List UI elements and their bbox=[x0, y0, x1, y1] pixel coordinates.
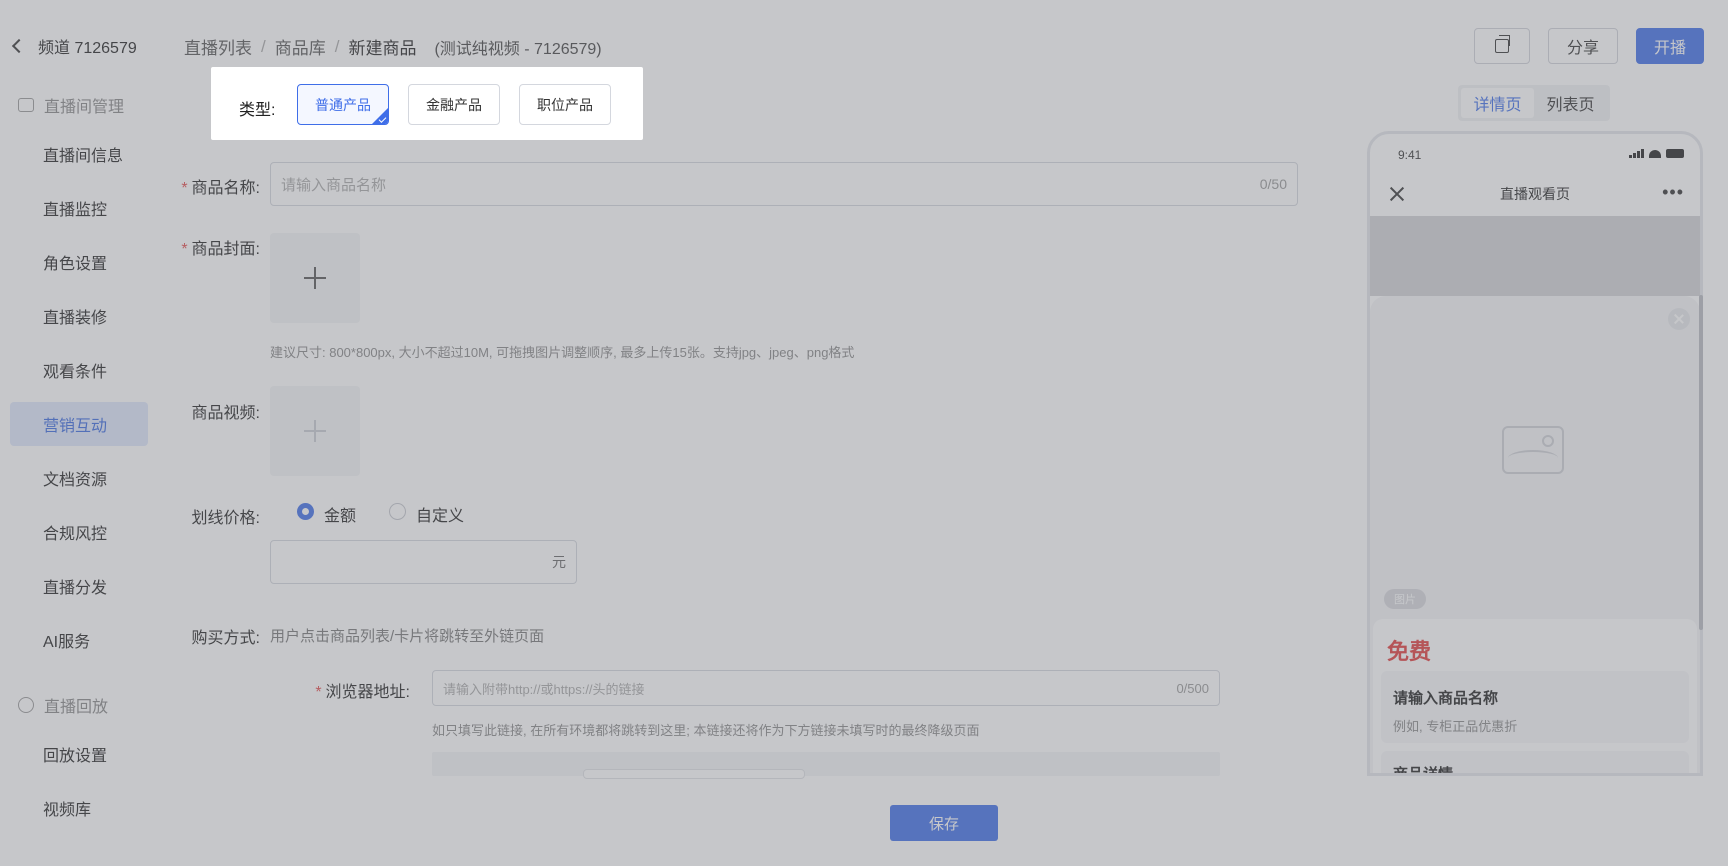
phone-preview: 9:41 直播观看页 ••• 图片 免费 请输入商品名称 例如, 专柜正品优惠折… bbox=[1367, 131, 1703, 776]
sidebar-item-replay-settings[interactable]: 回放设置 bbox=[10, 732, 148, 776]
radio-custom-label: 自定义 bbox=[416, 508, 465, 525]
plus-icon bbox=[304, 420, 326, 442]
preview-tabs: 详情页 列表页 bbox=[1458, 85, 1610, 121]
video-upload[interactable] bbox=[270, 386, 360, 476]
group-live-manage: 直播间管理 bbox=[0, 88, 158, 122]
breadcrumb-live-list[interactable]: 直播列表 bbox=[184, 34, 252, 59]
sidebar-item-marketing[interactable]: 营销互动 bbox=[10, 402, 148, 446]
price-label: 划线价格: bbox=[191, 510, 260, 527]
name-label: * 商品名称: bbox=[181, 180, 260, 197]
phone-video-area bbox=[1370, 216, 1700, 296]
name-card: 请输入商品名称 例如, 专柜正品优惠折 bbox=[1381, 671, 1689, 743]
type-button-general[interactable]: 普通产品 bbox=[297, 84, 389, 125]
copy-icon bbox=[1495, 35, 1510, 53]
sidebar-item-distribution[interactable]: 直播分发 bbox=[10, 564, 148, 608]
image-tag: 图片 bbox=[1384, 589, 1426, 609]
tab-list-page[interactable]: 列表页 bbox=[1534, 88, 1607, 118]
phone-nav-bar: 直播观看页 ••• bbox=[1370, 172, 1700, 216]
wifi-icon bbox=[1649, 150, 1661, 158]
type-label: 类型: bbox=[239, 102, 276, 119]
sidebar-item-roles[interactable]: 角色设置 bbox=[10, 240, 148, 284]
price-input[interactable]: 元 bbox=[270, 540, 577, 584]
battery-icon bbox=[1666, 149, 1684, 158]
name-counter: 0/50 bbox=[1259, 176, 1287, 192]
group-replay: 直播回放 bbox=[0, 688, 158, 722]
status-time: 9:41 bbox=[1398, 148, 1422, 162]
group-live-label: 直播间管理 bbox=[44, 99, 125, 116]
video-label: 商品视频: bbox=[191, 405, 260, 422]
start-live-button[interactable]: 开播 bbox=[1636, 28, 1704, 64]
type-selector-panel: 类型: 普通产品 金融产品 职位产品 bbox=[211, 67, 643, 140]
price-card: 免费 请输入商品名称 例如, 专柜正品优惠折 商品详情 bbox=[1373, 619, 1697, 776]
breadcrumb-separator: / bbox=[334, 36, 340, 56]
sidebar-item-monitor[interactable]: 直播监控 bbox=[10, 186, 148, 230]
type-button-finance-label: 金融产品 bbox=[426, 96, 482, 113]
price-unit: 元 bbox=[552, 554, 566, 570]
sidebar-item-room-info[interactable]: 直播间信息 bbox=[10, 132, 148, 176]
channel-back[interactable]: 频道 7126579 bbox=[0, 30, 158, 62]
detail-card: 商品详情 bbox=[1381, 751, 1689, 776]
url-placeholder: 请输入附带http://或https://头的链接 bbox=[443, 681, 645, 697]
signal-icon bbox=[1629, 149, 1644, 158]
tab-detail-page[interactable]: 详情页 bbox=[1461, 88, 1534, 118]
phone-nav-title: 直播观看页 bbox=[1500, 186, 1570, 202]
type-button-general-label: 普通产品 bbox=[315, 96, 371, 113]
env-links-input[interactable] bbox=[583, 769, 805, 779]
type-button-finance[interactable]: 金融产品 bbox=[408, 84, 500, 125]
phone-status-bar: 9:41 bbox=[1370, 134, 1700, 172]
sidebar-item-watch-conditions[interactable]: 观看条件 bbox=[10, 348, 148, 392]
breadcrumb-subtitle: (测试纯视频 - 7126579) bbox=[434, 40, 602, 58]
radio-amount[interactable] bbox=[297, 503, 314, 520]
product-sheet: 图片 免费 请输入商品名称 例如, 专柜正品优惠折 商品详情 bbox=[1370, 296, 1700, 776]
save-button[interactable]: 保存 bbox=[890, 805, 998, 841]
url-counter: 0/500 bbox=[1176, 680, 1209, 696]
url-label: * 浏览器地址: bbox=[315, 684, 410, 701]
cover-upload[interactable] bbox=[270, 233, 360, 323]
live-room-icon bbox=[18, 98, 34, 112]
sidebar-item-video-library[interactable]: 视频库 bbox=[10, 786, 148, 830]
name-placeholder: 请输入商品名称 bbox=[281, 176, 387, 194]
status-icons bbox=[1629, 149, 1684, 158]
buy-text: 用户点击商品列表/卡片将跳转至外链页面 bbox=[270, 628, 545, 645]
channel-title: 频道 7126579 bbox=[38, 40, 137, 57]
type-button-job[interactable]: 职位产品 bbox=[519, 84, 611, 125]
preview-name: 请输入商品名称 bbox=[1393, 690, 1499, 707]
breadcrumb-separator: / bbox=[261, 36, 266, 56]
sidebar: 频道 7126579 直播间管理 直播间信息 直播监控 角色设置 直播装修 观看… bbox=[0, 0, 158, 866]
copy-button[interactable] bbox=[1474, 28, 1530, 64]
close-icon bbox=[1390, 187, 1404, 201]
breadcrumb: 直播列表 / 商品库 / 新建商品 (测试纯视频 - 7126579) bbox=[184, 34, 602, 59]
cover-hint: 建议尺寸: 800*800px, 大小不超过10M, 可拖拽图片调整顺序, 最多… bbox=[270, 345, 855, 360]
plus-icon bbox=[304, 267, 326, 289]
sidebar-item-ai-service[interactable]: AI服务 bbox=[10, 618, 148, 662]
cover-label: * 商品封面: bbox=[181, 241, 260, 258]
chevron-left-icon bbox=[11, 38, 27, 54]
url-input[interactable]: 请输入附带http://或https://头的链接 0/500 bbox=[432, 670, 1220, 706]
group-replay-label: 直播回放 bbox=[44, 699, 109, 716]
radio-amount-label: 金额 bbox=[324, 508, 357, 525]
preview-scrollbar[interactable] bbox=[1699, 295, 1703, 630]
sidebar-item-documents[interactable]: 文档资源 bbox=[10, 456, 148, 500]
env-links-panel bbox=[432, 752, 1220, 776]
share-button[interactable]: 分享 bbox=[1548, 28, 1618, 64]
preview-detail-title: 商品详情 bbox=[1393, 766, 1454, 776]
preview-name-sub: 例如, 专柜正品优惠折 bbox=[1393, 719, 1518, 734]
url-hint: 如只填写此链接, 在所有环境都将跳转到这里; 本链接还将作为下方链接未填写时的最… bbox=[432, 723, 980, 738]
sheet-close-icon bbox=[1668, 308, 1690, 330]
breadcrumb-product-library[interactable]: 商品库 bbox=[275, 34, 326, 59]
breadcrumb-current: 新建商品 bbox=[348, 39, 417, 58]
buy-label: 购买方式: bbox=[191, 630, 260, 647]
image-placeholder-icon bbox=[1502, 426, 1564, 474]
radio-custom[interactable] bbox=[389, 503, 406, 520]
type-button-job-label: 职位产品 bbox=[537, 96, 593, 113]
price-free: 免费 bbox=[1387, 639, 1432, 664]
sidebar-item-decoration[interactable]: 直播装修 bbox=[10, 294, 148, 338]
check-icon bbox=[378, 115, 387, 123]
replay-icon bbox=[18, 697, 34, 713]
product-name-input[interactable]: 请输入商品名称 0/50 bbox=[270, 162, 1298, 206]
more-icon: ••• bbox=[1662, 182, 1684, 202]
sidebar-item-compliance[interactable]: 合规风控 bbox=[10, 510, 148, 554]
